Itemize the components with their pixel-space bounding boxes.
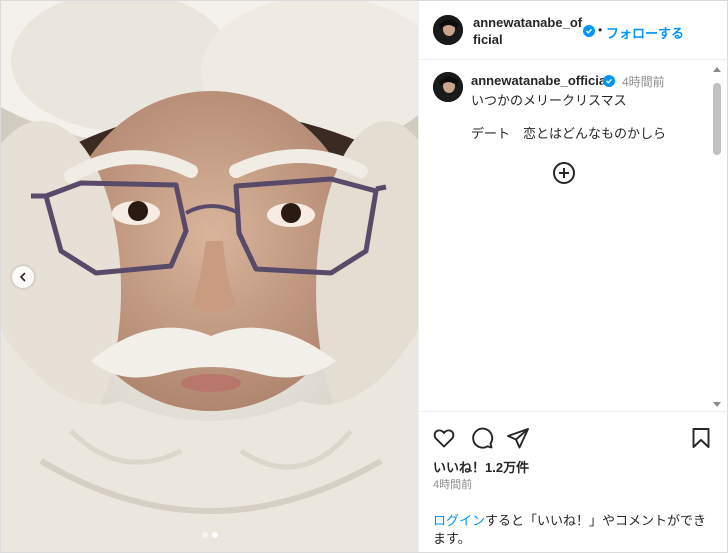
verified-badge-icon xyxy=(583,25,595,37)
caption-avatar[interactable] xyxy=(433,72,463,102)
likes-count[interactable]: いいね！1.2万件 xyxy=(433,457,529,476)
verified-badge-icon xyxy=(603,75,615,87)
login-link[interactable]: ログイン xyxy=(433,513,485,528)
separator-dot: • xyxy=(598,23,603,37)
carousel-indicator xyxy=(1,532,418,538)
avatar-image xyxy=(433,72,463,102)
add-circle-icon[interactable] xyxy=(553,162,575,184)
caption-username[interactable]: annewatanabe_official xyxy=(471,73,610,88)
caption-timestamp: 4時間前 xyxy=(622,75,665,89)
login-prompt: ログインすると「いいね！」やコメントができます。 xyxy=(433,512,713,548)
caption-text-line: デート 恋とはどんなものかしら xyxy=(471,126,667,141)
avatar-image xyxy=(433,15,463,45)
caption-text-line: いつかのメリークリスマス xyxy=(471,93,627,108)
scroll-up-arrow-icon[interactable] xyxy=(713,67,721,72)
santa-selfie-image xyxy=(1,1,418,552)
post-photo[interactable] xyxy=(1,1,418,552)
carousel-prev-button[interactable] xyxy=(12,266,34,288)
caption-area: annewatanabe_official 4時間前 いつかのメリークリスマス … xyxy=(419,61,728,411)
chevron-left-icon xyxy=(19,272,26,282)
comment-icon[interactable] xyxy=(470,426,494,450)
carousel-dot xyxy=(201,532,208,538)
follow-button[interactable]: フォローする xyxy=(606,23,684,42)
carousel-dot-active xyxy=(211,532,218,538)
header-username[interactable]: annewatanabe_of ficial xyxy=(473,14,583,48)
share-icon[interactable] xyxy=(506,426,530,450)
scrollbar-thumb[interactable] xyxy=(713,83,721,155)
heart-icon[interactable] xyxy=(432,426,456,450)
post-side-panel: annewatanabe_of ficial • フォローする annewata… xyxy=(418,1,728,552)
post-header: annewatanabe_of ficial • フォローする xyxy=(419,1,728,60)
scroll-down-arrow-icon[interactable] xyxy=(713,402,721,407)
post-timestamp[interactable]: 4時間前 xyxy=(433,476,472,492)
bookmark-icon[interactable] xyxy=(689,426,713,450)
avatar[interactable] xyxy=(433,15,463,45)
post-actions: いいね！1.2万件 4時間前 ログインすると「いいね！」やコメントができます。 xyxy=(419,411,728,552)
scrollbar[interactable] xyxy=(711,63,723,411)
